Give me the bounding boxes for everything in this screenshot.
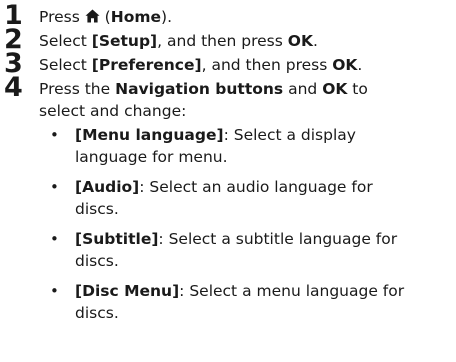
instruction-document: 1 Press (Home). 2 Select [Setup], and th… <box>0 0 456 362</box>
option-label: [Disc Menu] <box>75 282 180 300</box>
option-label: [Menu language] <box>75 126 224 144</box>
bullet-icon: • <box>50 126 59 144</box>
option-label: [Subtitle] <box>75 230 159 248</box>
bullet-icon: • <box>50 282 59 300</box>
step-number: 4 <box>4 72 23 103</box>
step-text: Select [Preference], and then press OK. <box>39 56 363 74</box>
bullet-icon: • <box>50 230 59 248</box>
step-text: Select [Setup], and then press OK. <box>39 32 318 50</box>
step-text: Press the Navigation buttons and OK to s… <box>39 80 368 120</box>
option-label: [Audio] <box>75 178 140 196</box>
home-icon <box>85 9 100 23</box>
bullet-icon: • <box>50 178 59 196</box>
step-text: Press (Home). <box>39 8 173 26</box>
